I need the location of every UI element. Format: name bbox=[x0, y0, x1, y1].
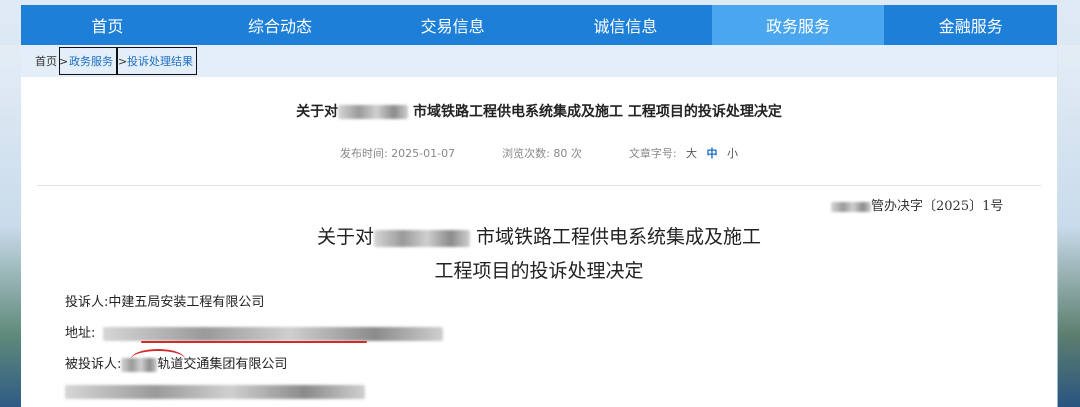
document-number-text: 管办决字〔2025〕1号 bbox=[871, 199, 1004, 214]
page-title-prefix: 关于对 bbox=[296, 104, 339, 120]
breadcrumb-home-link[interactable]: 首页 bbox=[35, 47, 57, 75]
nav-item-finance[interactable]: 金融服务 bbox=[884, 5, 1057, 45]
font-size-medium-option[interactable]: 中 bbox=[707, 147, 718, 160]
content-panel: 首页 > 政务服务 > 投诉处理结果 关于对 市域铁路工程供电系统集成及施工 工… bbox=[21, 45, 1057, 407]
publish-date: 2025-01-07 bbox=[391, 147, 456, 160]
document-title-line2: 工程项目的投诉处理决定 bbox=[434, 260, 644, 282]
nav-item-news[interactable]: 综合动态 bbox=[194, 5, 367, 45]
article-meta: 发布时间: 2025-01-07 浏览次数: 80 次 文章字号: 大 中 小 bbox=[21, 145, 1057, 161]
font-size-small-option[interactable]: 小 bbox=[727, 147, 738, 160]
breadcrumb: 首页 > 政务服务 > 投诉处理结果 bbox=[21, 45, 1057, 77]
red-underline-mark bbox=[141, 341, 367, 343]
complainant-label: 投诉人: bbox=[65, 295, 109, 310]
breadcrumb-complaint-result-link[interactable]: 投诉处理结果 bbox=[117, 47, 197, 75]
divider bbox=[37, 185, 1041, 186]
background-scenery-left bbox=[0, 45, 22, 407]
address-label: 地址: bbox=[65, 326, 96, 341]
document-title-prefix: 关于对 bbox=[316, 226, 374, 248]
nav-item-trading[interactable]: 交易信息 bbox=[366, 5, 539, 45]
view-count-unit: 次 bbox=[570, 147, 582, 160]
view-count-label: 浏览次数: bbox=[502, 147, 550, 160]
address-row: 地址: bbox=[65, 322, 444, 341]
nav-item-government-service[interactable]: 政务服务 bbox=[711, 5, 885, 45]
complainant-row: 投诉人:中建五局安装工程有限公司 bbox=[65, 291, 264, 310]
nav-item-home[interactable]: 首页 bbox=[21, 5, 194, 45]
redacted-name bbox=[338, 105, 409, 119]
complainant-value: 中建五局安装工程有限公司 bbox=[108, 295, 265, 310]
background-scenery-right bbox=[1058, 45, 1080, 407]
redacted-name bbox=[373, 229, 470, 247]
font-size-large-option[interactable]: 大 bbox=[686, 147, 697, 160]
document-title-suffix: 市域铁路工程供电系统集成及施工 bbox=[476, 226, 762, 248]
breadcrumb-government-service-link[interactable]: 政务服务 bbox=[59, 47, 117, 75]
page-title: 关于对 市域铁路工程供电系统集成及施工 工程项目的投诉处理决定 bbox=[21, 101, 1057, 121]
redacted-prefix bbox=[831, 201, 871, 212]
redacted-text bbox=[65, 384, 365, 399]
redacted-row bbox=[65, 384, 365, 399]
document-number: 管办决字〔2025〕1号 bbox=[831, 195, 1003, 214]
font-size-label: 文章字号: bbox=[628, 147, 677, 160]
nav-item-credit[interactable]: 诚信信息 bbox=[539, 5, 712, 45]
main-nav: 首页 综合动态 交易信息 诚信信息 政务服务 金融服务 bbox=[21, 5, 1057, 45]
document-title-line1: 关于对 市域铁路工程供电系统集成及施工 bbox=[21, 222, 1057, 249]
respondent-label: 被投诉人: bbox=[65, 357, 122, 372]
publish-date-label: 发布时间: bbox=[339, 147, 388, 160]
redacted-address bbox=[103, 326, 444, 341]
view-count: 80 bbox=[553, 147, 568, 160]
page-title-suffix: 市域铁路工程供电系统集成及施工 工程项目的投诉处理决定 bbox=[413, 104, 782, 120]
red-circle-mark bbox=[131, 349, 185, 369]
